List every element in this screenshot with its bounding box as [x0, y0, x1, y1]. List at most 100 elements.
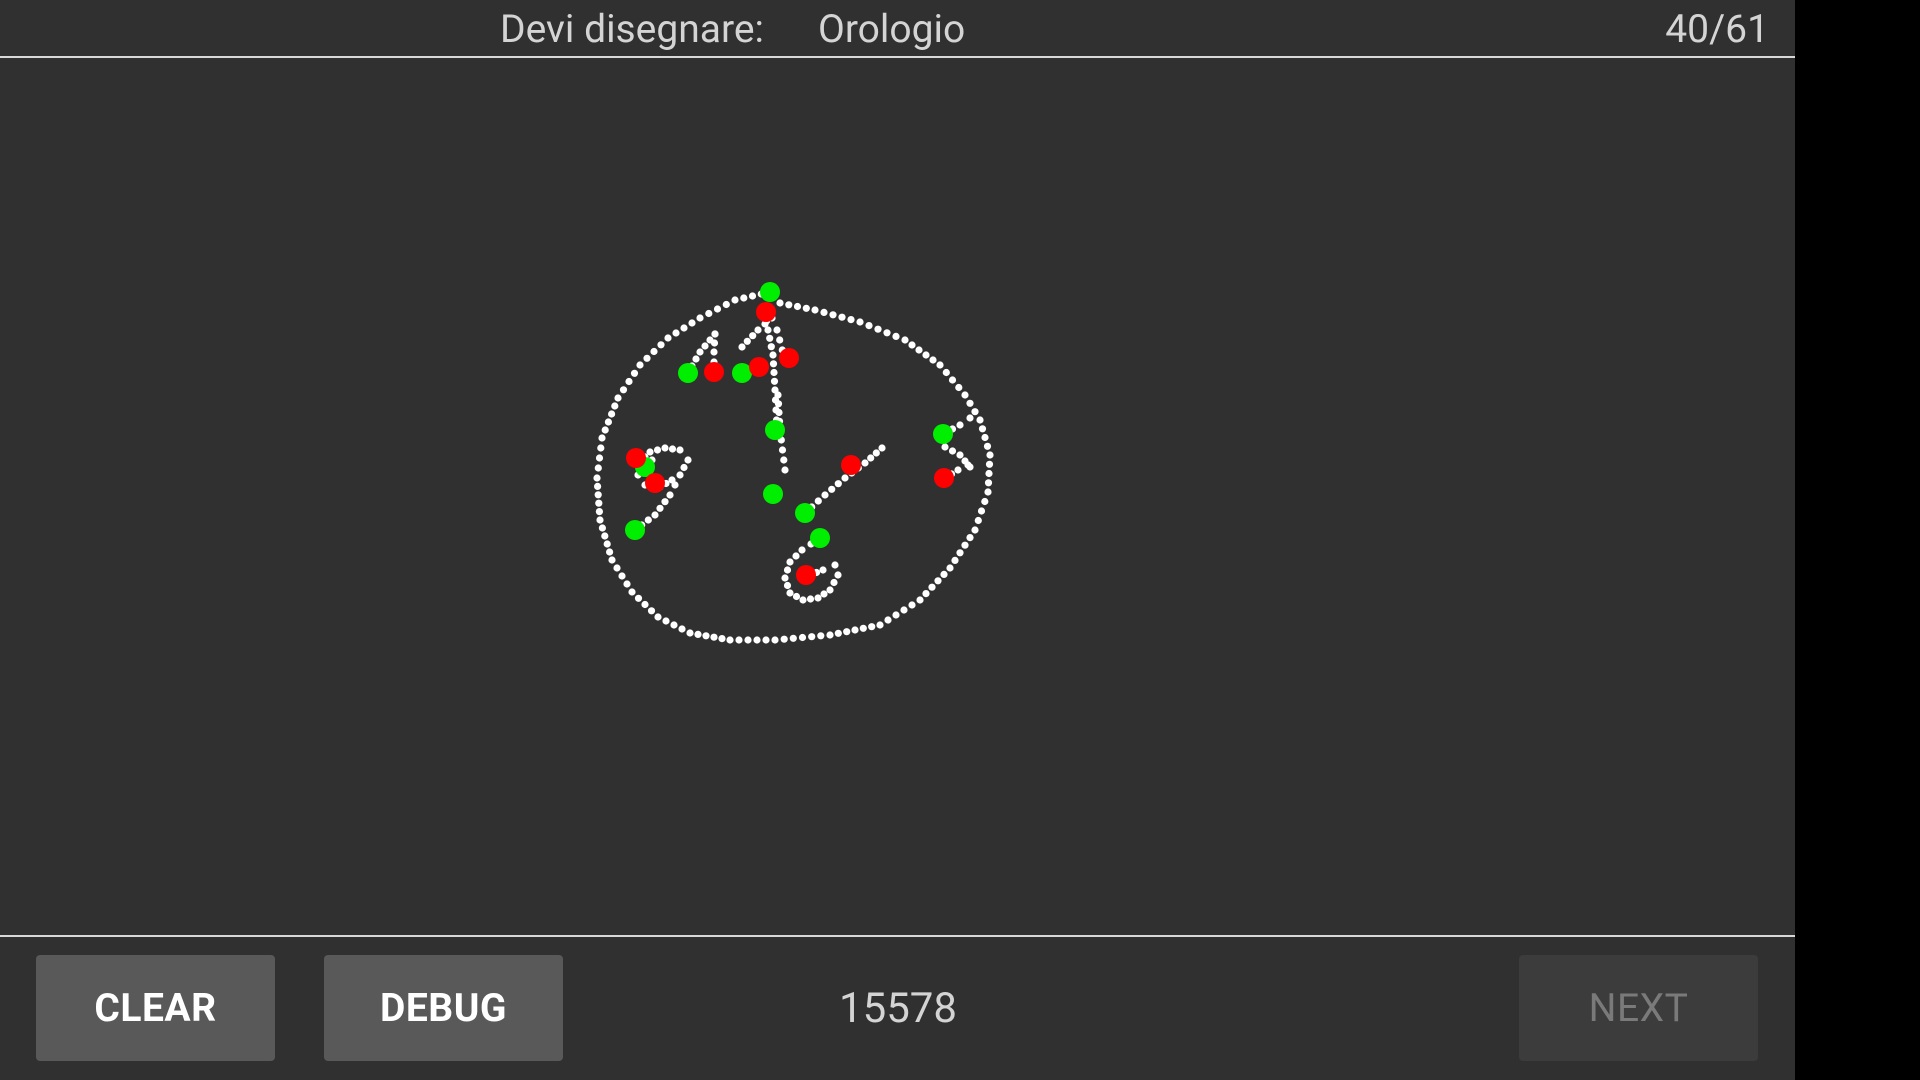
stroke-point — [780, 456, 788, 464]
stroke-point — [634, 594, 643, 602]
next-button[interactable]: NEXT — [1519, 955, 1758, 1061]
stroke-point — [668, 445, 677, 453]
stroke-point — [647, 607, 656, 615]
stroke-point — [749, 332, 757, 340]
stroke-point — [608, 410, 616, 418]
stroke-point — [740, 294, 748, 302]
stroke-start-marker — [760, 282, 780, 302]
stroke-point — [684, 456, 692, 464]
stroke-point — [668, 476, 676, 484]
stroke-point — [884, 616, 892, 624]
stroke-point — [867, 454, 875, 462]
stroke-point — [826, 586, 834, 594]
stroke-point — [661, 498, 669, 506]
stroke-point — [623, 580, 631, 588]
stroke-point — [908, 601, 916, 609]
stroke-point — [686, 629, 694, 637]
stroke-point — [773, 326, 781, 334]
stroke-start-marker — [765, 420, 785, 440]
stroke-point — [670, 621, 678, 629]
stroke-point — [986, 451, 994, 459]
stroke-point — [985, 469, 993, 478]
stroke-point — [753, 636, 761, 644]
stroke-point — [830, 578, 838, 587]
stroke-point — [934, 577, 942, 585]
stroke-point — [662, 617, 670, 625]
stroke-point — [828, 485, 836, 493]
stroke-point — [678, 625, 686, 633]
stroke-point — [641, 600, 649, 609]
stroke-point — [829, 311, 837, 319]
stroke-point — [676, 471, 684, 479]
stroke-point — [971, 408, 979, 416]
stroke-point — [625, 377, 633, 386]
stroke-point — [786, 589, 794, 597]
stroke-point — [785, 301, 793, 309]
stroke-point — [946, 564, 954, 572]
stroke-point — [595, 508, 604, 516]
stroke-point — [798, 546, 806, 554]
debug-button[interactable]: DEBUG — [324, 955, 563, 1061]
stroke-point — [644, 516, 652, 524]
stroke-point — [666, 491, 674, 499]
stroke-point — [770, 377, 779, 385]
stroke-point — [865, 322, 873, 330]
stroke-point — [771, 636, 779, 644]
stroke-point — [792, 592, 801, 601]
screen-edge — [1795, 0, 1920, 1080]
stroke-point — [838, 313, 846, 321]
stroke-start-marker — [810, 528, 830, 548]
stroke-point — [598, 524, 607, 532]
stroke-point — [769, 351, 777, 359]
stroke-end-marker — [645, 473, 665, 493]
stroke-point — [948, 376, 957, 384]
stroke-point — [775, 408, 783, 417]
stroke-point — [783, 581, 792, 590]
stroke-point — [878, 444, 886, 452]
stroke-point — [974, 516, 982, 525]
stroke-point — [762, 636, 770, 644]
stroke-point — [901, 336, 909, 344]
stroke-point — [984, 488, 992, 496]
stroke-point — [964, 461, 972, 469]
stroke-point — [819, 566, 827, 574]
stroke-point — [764, 326, 772, 334]
clear-button[interactable]: CLEAR — [36, 955, 275, 1061]
stroke-point — [702, 632, 710, 640]
drawing-svg — [593, 282, 994, 644]
stroke-point — [774, 400, 783, 408]
stroke-point — [834, 571, 842, 579]
app-screen: Devi disegnare: Orologio 40/61 CLEAR DEB… — [0, 0, 1795, 1080]
stroke-point — [688, 319, 696, 327]
stroke-point — [985, 460, 994, 468]
stroke-point — [826, 631, 834, 639]
stroke-point — [802, 304, 810, 312]
stroke-point — [942, 368, 950, 377]
stroke-point — [692, 355, 700, 363]
stroke-point — [776, 336, 784, 344]
stroke-point — [769, 360, 778, 368]
stroke-start-marker — [678, 363, 698, 383]
stroke-point — [983, 442, 992, 450]
stroke-point — [650, 347, 658, 356]
stroke-point — [748, 292, 757, 300]
stroke-point — [711, 330, 719, 338]
stroke-point — [774, 391, 782, 399]
stroke-point — [735, 636, 743, 644]
stroke-point — [705, 309, 713, 318]
stroke-point — [696, 348, 704, 356]
stroke-point — [951, 556, 959, 564]
stroke-point — [820, 308, 828, 316]
stroke-point — [598, 434, 606, 442]
drawing-canvas[interactable] — [0, 58, 1795, 935]
stroke-point — [656, 504, 664, 512]
stroke-point — [630, 369, 639, 377]
stroke-point — [664, 334, 672, 342]
stroke-point — [722, 300, 730, 309]
stroke-point — [601, 426, 609, 434]
stroke-point — [743, 337, 751, 345]
stroke-point — [956, 421, 964, 429]
stroke-point — [701, 342, 709, 350]
stroke-point — [811, 306, 819, 314]
stroke-point — [754, 326, 762, 334]
